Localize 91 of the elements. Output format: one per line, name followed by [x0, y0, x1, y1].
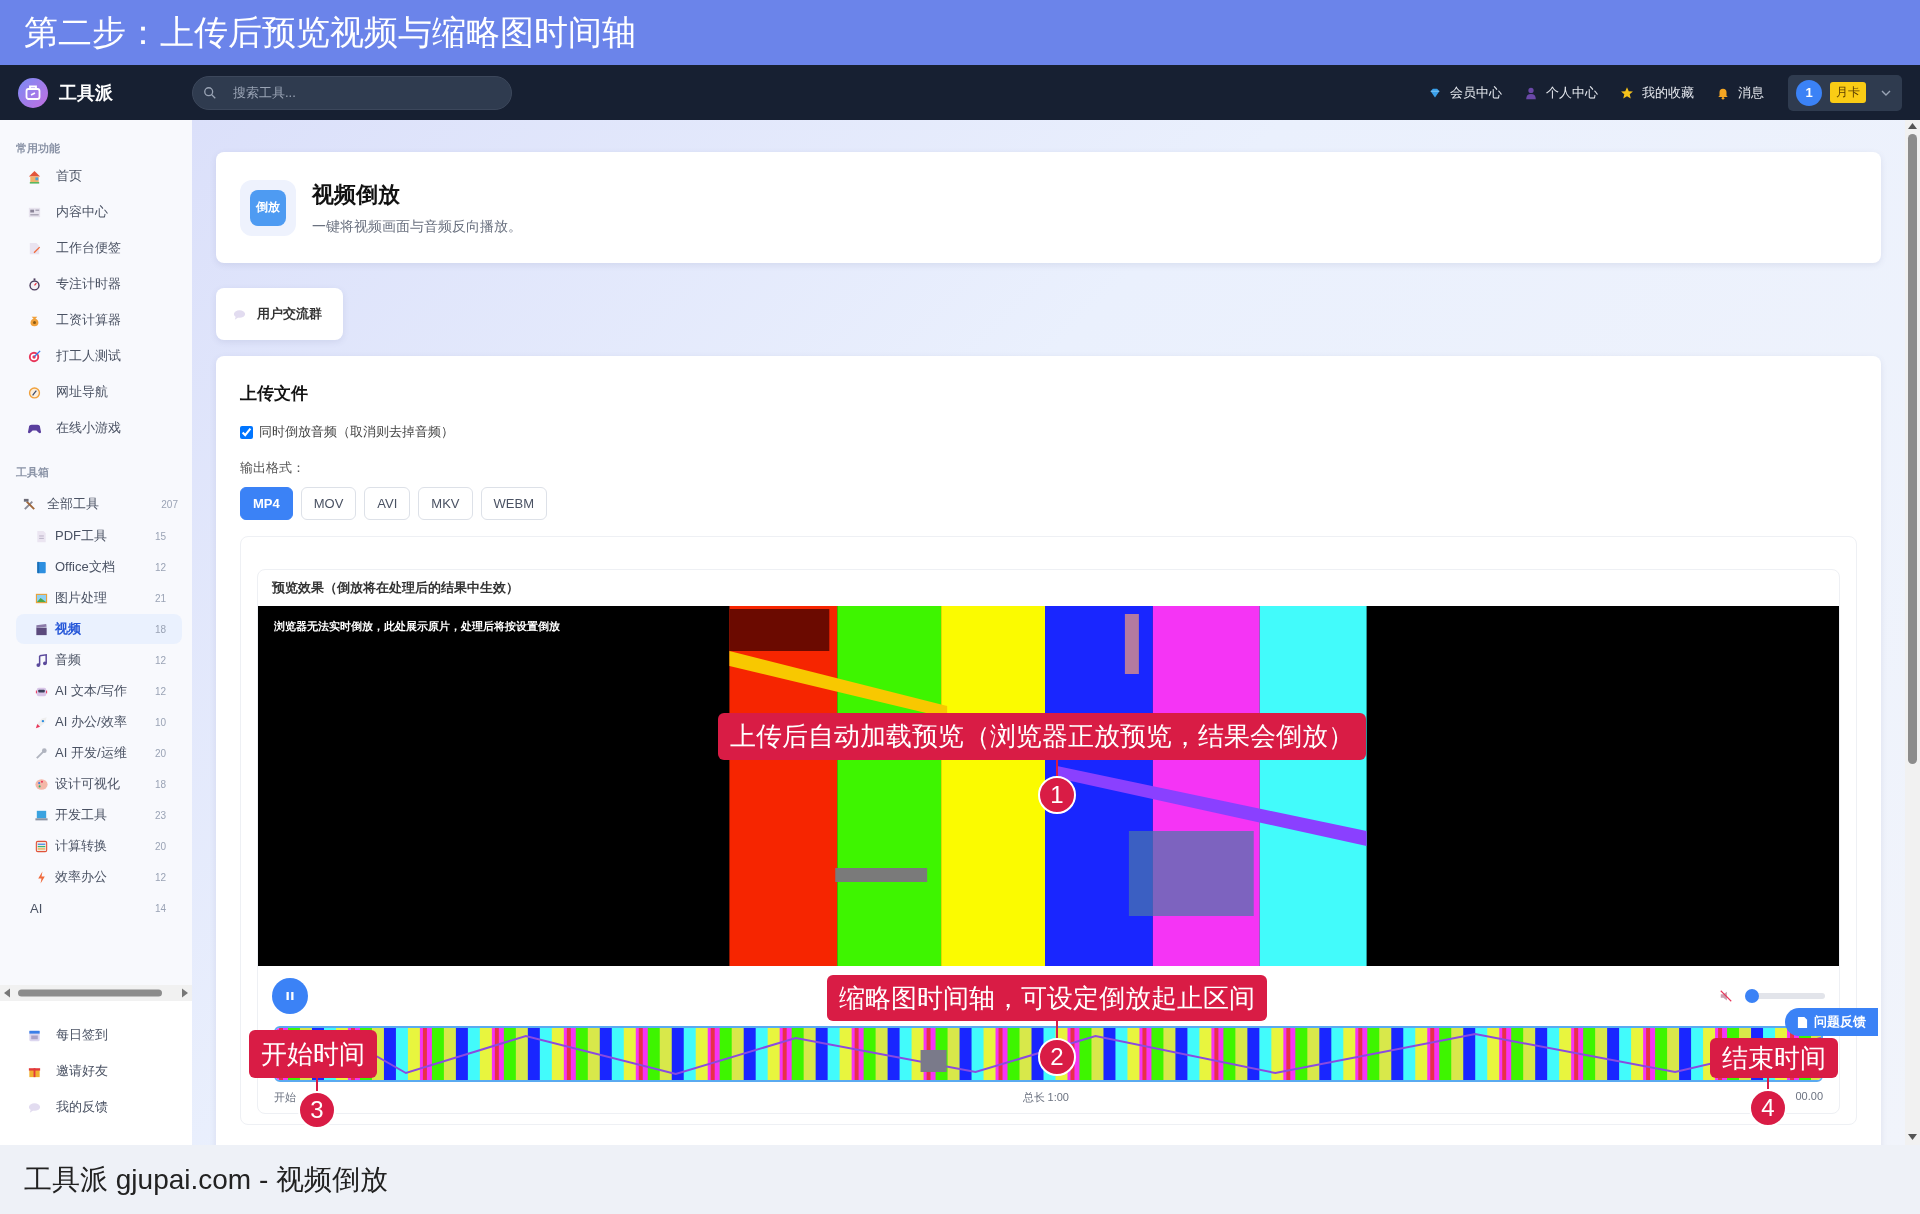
- sidebar-item[interactable]: 音频 12: [16, 645, 182, 675]
- user-group-button[interactable]: 用户交流群: [216, 288, 343, 340]
- nav-link[interactable]: 会员中心: [1450, 83, 1502, 102]
- note-icon: [27, 240, 42, 256]
- sidebar-item[interactable]: 设计可视化 18: [16, 769, 182, 799]
- reverse-audio-checkbox[interactable]: [240, 425, 253, 439]
- user-avatar: 1: [1796, 79, 1822, 106]
- nav-link[interactable]: 消息: [1738, 83, 1764, 102]
- person-icon: [1524, 85, 1538, 100]
- document-icon: [34, 528, 49, 544]
- sidebar-item[interactable]: AI 开发/运维 20: [16, 738, 182, 768]
- search-field[interactable]: 搜索工具...: [192, 75, 512, 110]
- vertical-scrollbar[interactable]: [1905, 120, 1920, 1145]
- sidebar-item[interactable]: 专注计时器: [0, 266, 192, 302]
- sidebar-item[interactable]: Office文档 12: [16, 552, 182, 582]
- sidebar-item[interactable]: 在线小游戏: [0, 410, 192, 446]
- tool-title: 视频倒放: [312, 180, 401, 209]
- clapperboard-icon: [34, 621, 49, 637]
- leader-line: [1766, 1078, 1770, 1089]
- pause-icon: [284, 990, 296, 1002]
- start-time-label: 开始: [274, 1090, 296, 1105]
- section-title: 上传文件: [240, 383, 309, 405]
- sidebar-item[interactable]: PDF工具 15: [16, 521, 182, 551]
- sidebar-item[interactable]: 首页: [0, 158, 192, 194]
- callout-label: 缩略图时间轴，可设定倒放起止区间: [827, 975, 1267, 1021]
- sidebar-item[interactable]: 工资计算器: [0, 302, 192, 338]
- tool-description: 一键将视频画面与音频反向播放。: [312, 217, 522, 236]
- end-time-label: 00.00: [1795, 1090, 1823, 1104]
- sidebar-item[interactable]: 工作台便签: [0, 230, 192, 266]
- format-option[interactable]: MKV: [418, 487, 473, 520]
- music-note-icon: [34, 652, 49, 668]
- pause-button[interactable]: [272, 978, 308, 1014]
- sidebar-item[interactable]: 打工人测试: [0, 338, 192, 374]
- format-option[interactable]: WEBM: [480, 487, 547, 520]
- sidebar-item[interactable]: 视频 18: [16, 614, 182, 644]
- rocket-icon: [34, 714, 49, 730]
- membership-badge: 月卡: [1830, 82, 1866, 103]
- section-heading: 常用功能: [15, 141, 61, 156]
- sidebar-item[interactable]: 计算转换 20: [16, 831, 182, 861]
- sidebar-item[interactable]: AI 文本/写作 12: [16, 676, 182, 706]
- sidebar-item[interactable]: 邀请好友: [0, 1053, 192, 1089]
- wrench-icon: [34, 745, 49, 761]
- sidebar-item[interactable]: AI 办公/效率 10: [16, 707, 182, 737]
- house-icon: [27, 168, 42, 184]
- muted-speaker-icon[interactable]: [1719, 989, 1733, 1003]
- preview-notice: 浏览器无法实时倒放，此处展示原片，处理后将按设置倒放: [274, 620, 560, 634]
- book-icon: [34, 559, 49, 575]
- user-group-label: 用户交流群: [257, 305, 322, 323]
- stopwatch-icon: [27, 276, 42, 292]
- horizontal-scrollbar[interactable]: [0, 985, 192, 1001]
- callout-label: 上传后自动加载预览（浏览器正放预览，结果会倒放）: [718, 713, 1366, 760]
- feedback-button[interactable]: 问题反馈: [1785, 1008, 1878, 1036]
- banner-title: 第二步：上传后预览视频与缩略图时间轴: [24, 11, 636, 53]
- callout-label: 结束时间: [1710, 1038, 1838, 1078]
- palette-icon: [34, 776, 49, 792]
- tool-icon: 倒放: [250, 189, 286, 226]
- sidebar-item[interactable]: 效率办公 12: [16, 862, 182, 892]
- tools-icon: [22, 496, 37, 512]
- brand-name[interactable]: 工具派: [59, 80, 113, 105]
- sidebar-item[interactable]: AI 14: [16, 893, 182, 923]
- sidebar-item[interactable]: 图片处理 21: [16, 583, 182, 613]
- search-icon: [203, 85, 217, 100]
- caption-text: 工具派 gjupai.com - 视频倒放: [24, 1162, 389, 1197]
- sidebar-item[interactable]: 网址导航: [0, 374, 192, 410]
- sidebar-item[interactable]: 开发工具 23: [16, 800, 182, 830]
- user-menu[interactable]: 1 月卡: [1788, 74, 1902, 111]
- format-label: 输出格式：: [240, 459, 306, 477]
- format-option[interactable]: MP4: [240, 487, 293, 520]
- leader-line: [315, 1078, 319, 1091]
- preview-title: 预览效果（倒放将在处理后的结果中生效）: [271, 579, 520, 597]
- nav-link[interactable]: 我的收藏: [1642, 83, 1694, 102]
- document-icon: [1797, 1015, 1808, 1029]
- volume-slider[interactable]: [1745, 989, 1825, 1003]
- target-icon: [27, 348, 42, 364]
- sidebar-item[interactable]: 每日签到: [0, 1017, 192, 1053]
- format-option[interactable]: AVI: [364, 487, 411, 520]
- format-option[interactable]: MOV: [300, 487, 357, 520]
- checkbox-label: 同时倒放音频（取消则去掉音频）: [259, 423, 454, 441]
- nav-link[interactable]: 个人中心: [1546, 83, 1598, 102]
- sidebar-item[interactable]: 内容中心: [0, 194, 192, 230]
- total-duration-label: 总长 1:00: [1022, 1090, 1069, 1105]
- section-heading: 工具箱: [15, 465, 50, 480]
- callout-label: 开始时间: [249, 1030, 377, 1078]
- abacus-icon: [34, 838, 49, 854]
- sidebar-item[interactable]: 全部工具 207: [0, 488, 192, 520]
- star-icon: [1620, 85, 1634, 100]
- logo-icon: [18, 77, 48, 108]
- leader-line: [1055, 1021, 1059, 1038]
- compass-icon: [27, 384, 42, 400]
- sidebar-item[interactable]: 我的反馈: [0, 1089, 192, 1125]
- leader-line: [1055, 760, 1059, 776]
